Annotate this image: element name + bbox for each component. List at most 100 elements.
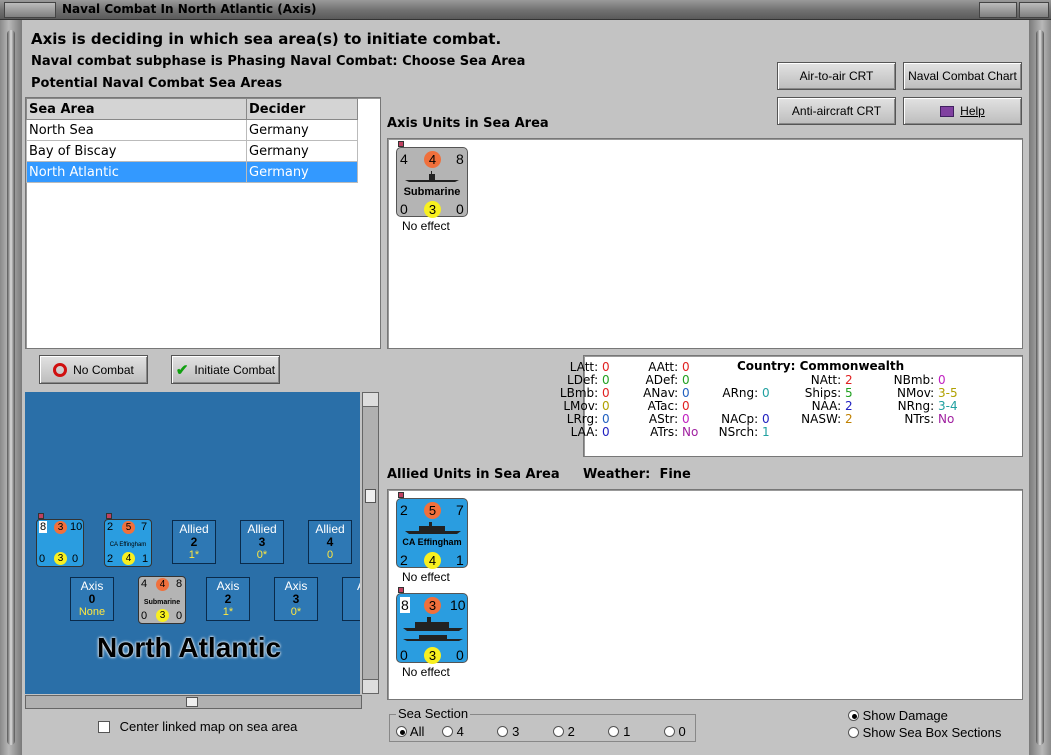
unit-stats-panel: Country: Commonwealth LAtt: 0 LDef: 0 LBmb… [560, 355, 1023, 457]
axis-box-2[interactable]: Axis 2 1* [206, 577, 250, 621]
stat-ntrs: NTrs: No [904, 412, 955, 426]
map-unit-counter[interactable]: 8 3 10 0 3 0 [36, 519, 84, 567]
radio-4[interactable]: 4 [441, 724, 464, 739]
show-sections-option[interactable]: Show Sea Box Sections [848, 725, 1001, 740]
sea-area-list: Sea Area Decider North Sea Germany Bay o… [25, 97, 381, 349]
radio-0[interactable]: 0 [663, 724, 686, 739]
box-number: 2 [224, 592, 232, 606]
stat-atrs: ATrs: No [650, 425, 699, 439]
map-unit-counter[interactable]: 2 5 7 CA Effingham 2 4 1 [104, 519, 152, 567]
radio[interactable] [848, 727, 859, 738]
show-damage-option[interactable]: Show Damage [848, 708, 948, 723]
stat-atac: ATac: 0 [647, 399, 690, 413]
axis-unit-counter[interactable]: 4 4 8 Submarine 0 3 0 [396, 147, 468, 218]
allied-unit-counter[interactable]: 8 3 10 0 3 0 [396, 593, 468, 664]
close-button[interactable] [1019, 2, 1049, 18]
counter-top-mid: 3 [424, 597, 441, 614]
stat-lrrg: LRrg: 0 [566, 412, 610, 426]
counter-bottom-left: 0 [39, 553, 46, 565]
stat-adef: ADef: 0 [645, 373, 690, 387]
counter-bottom-mid: 3 [54, 552, 67, 565]
radio-1[interactable]: 1 [608, 724, 630, 739]
show-damage-label: Show Damage [862, 708, 948, 723]
counter-top-left: 2 [400, 502, 408, 518]
allied-box-2[interactable]: Allied 2 1* [172, 520, 216, 564]
table-row[interactable]: Bay of Biscay Germany [26, 140, 358, 162]
box-number: 3 [258, 535, 266, 549]
axis-units-panel: 4 4 8 Submarine 0 3 0 No effect [387, 138, 1023, 349]
axis-box-0[interactable]: Axis 0 None [70, 577, 114, 621]
initiate-combat-label: Initiate Combat [194, 362, 276, 377]
box-sub: None [78, 606, 106, 618]
table-row-selected[interactable]: North Atlantic Germany [26, 161, 358, 183]
axis-box-partial[interactable]: Ax [342, 577, 360, 621]
unit-effect-text: No effect [402, 570, 450, 584]
weather-key: Weather: [583, 467, 651, 482]
unit-effect-text: No effect [402, 665, 450, 679]
air-to-air-crt-button[interactable]: Air-to-air CRT [777, 62, 896, 90]
scroll-thumb[interactable] [186, 697, 198, 707]
help-button[interactable]: Help [903, 97, 1022, 125]
box-sub: 0 [326, 549, 334, 561]
sea-section-options: All 4 3 2 1 0 [396, 724, 686, 739]
col-sea-area[interactable]: Sea Area [26, 98, 247, 120]
map-horizontal-scrollbar[interactable] [25, 695, 362, 709]
radio-all[interactable]: All [396, 724, 424, 739]
stat-aatt: AAtt: 0 [648, 360, 690, 374]
battleship-silhouette-icon [403, 617, 463, 641]
scroll-thumb[interactable] [365, 489, 376, 503]
map-unit-counter[interactable]: 4 4 8 Submarine 0 3 0 [138, 576, 186, 624]
help-label: Help [960, 104, 985, 118]
scroll-down-arrow-icon[interactable] [363, 679, 378, 693]
potential-areas-heading: Potential Naval Combat Sea Areas [31, 76, 283, 91]
sea-area-map[interactable]: 8 3 10 0 3 0 2 5 7 CA Effingham 2 4 1 Al… [25, 392, 360, 694]
allied-units-panel: 2 5 7 CA Effingham 2 4 1 No effect 8 3 1… [387, 489, 1023, 700]
anti-aircraft-crt-button[interactable]: Anti-aircraft CRT [777, 97, 896, 125]
stat-anav: ANav: 0 [643, 386, 690, 400]
minimize-button[interactable] [979, 2, 1017, 18]
radio-2[interactable]: 2 [552, 724, 575, 739]
box-number: 4 [326, 535, 334, 549]
allied-unit-counter[interactable]: 2 5 7 CA Effingham 2 4 1 [396, 498, 468, 569]
system-menu-button[interactable] [4, 2, 56, 18]
title-bar: Naval Combat In North Atlantic (Axis) [0, 0, 1051, 20]
initiate-combat-button[interactable]: ✔ Initiate Combat [171, 355, 280, 384]
counter-top-mid: 4 [424, 151, 441, 168]
sea-area-table: Sea Area Decider North Sea Germany Bay o… [26, 98, 358, 183]
radio-label: 0 [678, 724, 686, 739]
submarine-silhouette-icon [405, 171, 459, 182]
show-sections-label: Show Sea Box Sections [862, 725, 1002, 740]
axis-units-label: Axis Units in Sea Area [387, 116, 549, 131]
naval-combat-chart-button[interactable]: Naval Combat Chart [903, 62, 1022, 90]
naval-combat-chart-label: Naval Combat Chart [908, 69, 1017, 83]
center-linked-checkbox[interactable]: Center linked map on sea area [98, 719, 297, 734]
stat-nsrch: NSrch: 1 [718, 425, 770, 439]
counter-bottom-right: 1 [142, 553, 149, 565]
counter-bottom-left: 0 [400, 201, 408, 217]
counter-bottom-mid: 4 [122, 552, 135, 565]
checkbox[interactable] [98, 721, 110, 733]
radio-3[interactable]: 3 [497, 724, 519, 739]
table-row[interactable]: North Sea Germany [26, 119, 358, 141]
allied-box-3[interactable]: Allied 3 0* [240, 520, 284, 564]
window-frame-right [1029, 20, 1051, 755]
allied-box-4[interactable]: Allied 4 0 [308, 520, 352, 564]
no-combat-button[interactable]: No Combat [39, 355, 148, 384]
col-decider[interactable]: Decider [246, 98, 358, 120]
stat-latt: LAtt: 0 [569, 360, 610, 374]
decider-cell: Germany [246, 140, 358, 162]
counter-bottom-mid: 3 [156, 609, 169, 622]
radio[interactable] [848, 710, 859, 721]
map-vertical-scrollbar[interactable] [362, 392, 379, 694]
no-combat-label: No Combat [73, 362, 134, 377]
stat-laa: LAA: 0 [570, 425, 610, 439]
axis-box-3[interactable]: Axis 3 0* [274, 577, 318, 621]
checkmark-icon: ✔ [175, 361, 189, 379]
scroll-up-arrow-icon[interactable] [363, 393, 378, 407]
counter-top-mid: 5 [424, 502, 441, 519]
counter-top-right: 10 [450, 597, 466, 613]
counter-name: Submarine [143, 599, 181, 606]
country-label: Country: Commonwealth [737, 359, 904, 373]
counter-name: CA Effingham [402, 537, 462, 547]
center-linked-label: Center linked map on sea area [119, 719, 298, 734]
